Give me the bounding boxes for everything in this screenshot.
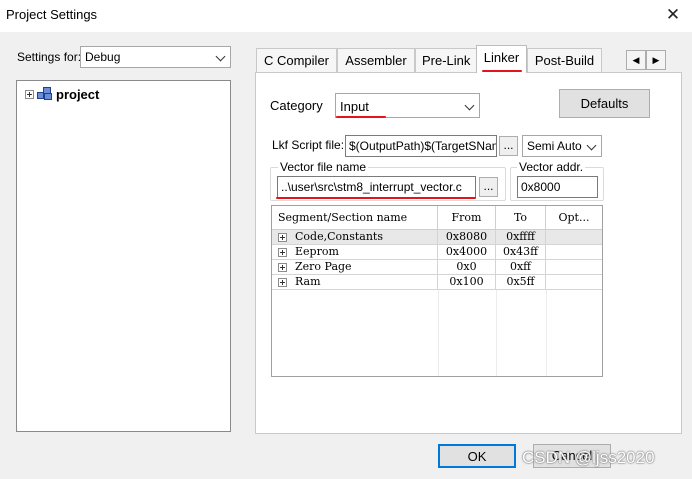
segment-from: 0x0 (438, 260, 496, 275)
segment-opt (546, 275, 602, 290)
tab-linker[interactable]: Linker (476, 45, 527, 73)
column-header-from[interactable]: From (438, 206, 496, 230)
tree-item-label: project (56, 86, 100, 102)
defaults-button[interactable]: Defaults (559, 89, 650, 118)
project-tree[interactable]: project (16, 80, 231, 432)
expand-icon[interactable] (278, 232, 287, 242)
ok-button[interactable]: OK (438, 444, 516, 468)
chevron-down-icon (215, 51, 226, 62)
project-icon (37, 87, 53, 101)
window-title: Project Settings (6, 7, 98, 22)
table-row[interactable]: Code,Constants 0x8080 0xffff (272, 230, 602, 245)
title-bar (0, 0, 692, 32)
tab-c-compiler[interactable]: C Compiler (256, 48, 337, 72)
tree-item-project[interactable]: project (25, 85, 99, 103)
vector-addr-input[interactable]: 0x8000 (517, 176, 598, 198)
column-divider (496, 290, 497, 376)
segment-name: Zero Page (295, 260, 352, 273)
settings-for-label: Settings for: (17, 50, 82, 64)
annotation-underline-linker (482, 70, 522, 72)
segment-from: 0x8080 (438, 230, 496, 245)
annotation-underline-vector-file (276, 197, 476, 199)
column-header-segment[interactable]: Segment/Section name (272, 206, 438, 230)
segment-name: Code,Constants (295, 230, 383, 243)
segment-opt (546, 245, 602, 260)
expand-icon[interactable] (278, 277, 287, 287)
category-value: Input (340, 99, 369, 114)
vector-file-label: Vector file name (278, 160, 369, 174)
segment-to: 0x5ff (496, 275, 546, 290)
segment-name: Eeprom (295, 245, 339, 258)
segment-to: 0xffff (496, 230, 546, 245)
segment-opt (546, 260, 602, 275)
category-label: Category (270, 98, 323, 113)
table-row[interactable]: Zero Page 0x0 0xff (272, 260, 602, 275)
lkf-mode-dropdown[interactable]: Semi Auto (522, 135, 602, 157)
segment-name: Ram (295, 275, 321, 288)
tab-scroll-left-icon[interactable]: ◀ (626, 50, 646, 70)
tab-pre-link[interactable]: Pre-Link (415, 48, 477, 72)
expand-icon[interactable] (278, 262, 287, 272)
annotation-underline-category (336, 116, 386, 118)
table-row[interactable]: Ram 0x100 0x5ff (272, 275, 602, 290)
segment-to: 0xff (496, 260, 546, 275)
lkf-script-label: Lkf Script file: (272, 138, 345, 152)
segment-from: 0x100 (438, 275, 496, 290)
lkf-mode-value: Semi Auto (527, 139, 582, 153)
segment-table[interactable]: Segment/Section name From To Opt... Code… (271, 205, 603, 377)
table-row[interactable]: Eeprom 0x4000 0x43ff (272, 245, 602, 260)
chevron-down-icon (464, 100, 475, 111)
tab-post-build[interactable]: Post-Build (527, 48, 602, 72)
lkf-browse-button[interactable]: ... (499, 136, 518, 156)
segment-opt (546, 230, 602, 245)
lkf-script-input[interactable]: $(OutputPath)$(TargetSName (345, 135, 497, 157)
segment-from: 0x4000 (438, 245, 496, 260)
table-header: Segment/Section name From To Opt... (272, 206, 602, 230)
settings-for-value: Debug (85, 50, 121, 64)
tab-scroll-right-icon[interactable]: ▶ (646, 50, 666, 70)
column-divider (546, 290, 547, 376)
watermark: CSDN @ljss2020 (522, 448, 655, 467)
expand-icon[interactable] (25, 89, 34, 99)
column-divider (438, 290, 439, 376)
vector-addr-label: Vector addr. (517, 160, 586, 174)
vector-browse-button[interactable]: ... (479, 177, 498, 197)
close-icon[interactable]: ✕ (660, 3, 686, 27)
column-header-opt[interactable]: Opt... (546, 206, 602, 230)
expand-icon[interactable] (278, 247, 287, 257)
tab-assembler[interactable]: Assembler (337, 48, 415, 72)
vector-file-input[interactable]: ..\user\src\stm8_interrupt_vector.c (277, 176, 476, 198)
settings-for-dropdown[interactable]: Debug (80, 46, 231, 68)
segment-to: 0x43ff (496, 245, 546, 260)
column-header-to[interactable]: To (496, 206, 546, 230)
chevron-down-icon (586, 140, 597, 151)
category-dropdown[interactable]: Input (335, 93, 480, 118)
